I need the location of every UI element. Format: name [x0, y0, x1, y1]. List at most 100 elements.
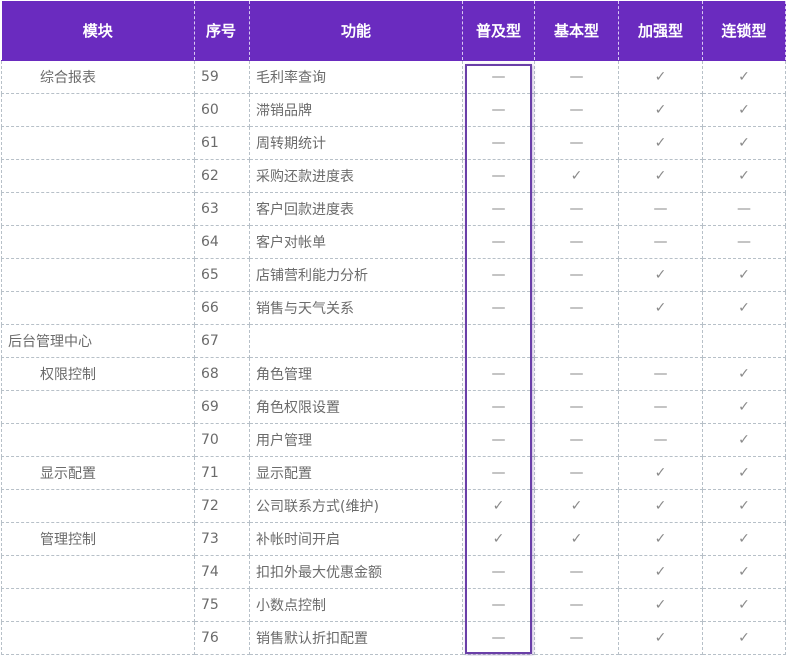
- mark-chain: ✓: [702, 621, 786, 655]
- seq-cell: 74: [194, 555, 250, 589]
- mark-basic: —: [534, 258, 619, 292]
- function-cell: 销售默认折扣配置: [249, 621, 463, 655]
- mark-basic: —: [534, 225, 619, 259]
- mark-popular: ✓: [462, 489, 535, 523]
- module-cell: 综合报表: [1, 60, 195, 94]
- seq-cell: 68: [194, 357, 250, 391]
- seq-cell: 70: [194, 423, 250, 457]
- mark-basic: —: [534, 555, 619, 589]
- mark-popular: —: [462, 357, 535, 391]
- table-row: 75 小数点控制 — — ✓ ✓: [1, 588, 786, 622]
- mark-enhanced: ✓: [618, 159, 703, 193]
- function-cell: 客户对帐单: [249, 225, 463, 259]
- mark-enhanced: ✓: [618, 93, 703, 127]
- mark-popular: —: [462, 192, 535, 226]
- seq-cell: 67: [194, 324, 250, 358]
- mark-chain: ✓: [702, 390, 786, 424]
- mark-popular: —: [462, 126, 535, 160]
- seq-cell: 60: [194, 93, 250, 127]
- table-row: 63 客户回款进度表 — — — —: [1, 192, 786, 226]
- mark-basic: —: [534, 60, 619, 94]
- mark-chain: ✓: [702, 60, 786, 94]
- seq-cell: 61: [194, 126, 250, 160]
- module-cell: [1, 621, 195, 655]
- mark-basic: —: [534, 93, 619, 127]
- mark-popular: —: [462, 291, 535, 325]
- mark-popular: —: [462, 390, 535, 424]
- mark-popular: —: [462, 258, 535, 292]
- module-cell: [1, 489, 195, 523]
- header-row: 模块 序号 功能 普及型 基本型 加强型 连锁型: [1, 1, 786, 61]
- module-cell: 显示配置: [1, 456, 195, 490]
- mark-basic: —: [534, 588, 619, 622]
- mark-enhanced: —: [618, 423, 703, 457]
- mark-popular: —: [462, 93, 535, 127]
- seq-cell: 64: [194, 225, 250, 259]
- seq-cell: 69: [194, 390, 250, 424]
- mark-popular: ✓: [462, 522, 535, 556]
- function-cell: 毛利率查询: [249, 60, 463, 94]
- module-cell: [1, 192, 195, 226]
- header-seq: 序号: [194, 1, 250, 61]
- header-edition-chain: 连锁型: [702, 1, 786, 61]
- mark-basic: [534, 324, 619, 358]
- table-row: 66 销售与天气关系 — — ✓ ✓: [1, 291, 786, 325]
- mark-enhanced: —: [618, 357, 703, 391]
- seq-cell: 73: [194, 522, 250, 556]
- mark-basic: —: [534, 390, 619, 424]
- table-row: 69 角色权限设置 — — — ✓: [1, 390, 786, 424]
- module-cell: [1, 390, 195, 424]
- mark-chain: —: [702, 192, 786, 226]
- table-body: 综合报表 59 毛利率查询 — — ✓ ✓ 60 滞销品牌 — — ✓ ✓ 61 周转期统计 — — ✓ ✓ 62 采购…: [1, 60, 786, 655]
- mark-popular: —: [462, 456, 535, 490]
- mark-enhanced: —: [618, 225, 703, 259]
- module-cell: [1, 588, 195, 622]
- feature-comparison-table: 模块 序号 功能 普及型 基本型 加强型 连锁型 综合报表 59 毛利率查询 — — ✓ ✓…: [1, 1, 786, 655]
- mark-basic: ✓: [534, 489, 619, 523]
- seq-cell: 59: [194, 60, 250, 94]
- mark-enhanced: ✓: [618, 588, 703, 622]
- mark-popular: —: [462, 225, 535, 259]
- table-row: 64 客户对帐单 — — — —: [1, 225, 786, 259]
- mark-chain: ✓: [702, 126, 786, 160]
- seq-cell: 65: [194, 258, 250, 292]
- module-cell: [1, 93, 195, 127]
- mark-enhanced: ✓: [618, 258, 703, 292]
- mark-chain: ✓: [702, 258, 786, 292]
- mark-popular: —: [462, 555, 535, 589]
- function-cell: 扣扣外最大优惠金额: [249, 555, 463, 589]
- table-row: 65 店铺营利能力分析 — — ✓ ✓: [1, 258, 786, 292]
- module-cell: [1, 258, 195, 292]
- mark-popular: —: [462, 60, 535, 94]
- mark-popular: —: [462, 588, 535, 622]
- table-row: 综合报表 59 毛利率查询 — — ✓ ✓: [1, 60, 786, 94]
- table-row: 管理控制 73 补帐时间开启 ✓ ✓ ✓ ✓: [1, 522, 786, 556]
- mark-popular: —: [462, 423, 535, 457]
- table-row: 62 采购还款进度表 — ✓ ✓ ✓: [1, 159, 786, 193]
- mark-basic: —: [534, 291, 619, 325]
- table-row: 74 扣扣外最大优惠金额 — — ✓ ✓: [1, 555, 786, 589]
- function-cell: 显示配置: [249, 456, 463, 490]
- header-edition-basic: 基本型: [534, 1, 619, 61]
- table-row: 76 销售默认折扣配置 — — ✓ ✓: [1, 621, 786, 655]
- header-module: 模块: [1, 1, 195, 61]
- mark-enhanced: —: [618, 390, 703, 424]
- mark-basic: —: [534, 456, 619, 490]
- table-row: 72 公司联系方式(维护) ✓ ✓ ✓ ✓: [1, 489, 786, 523]
- module-cell: 后台管理中心: [1, 324, 195, 358]
- module-cell: [1, 291, 195, 325]
- seq-cell: 66: [194, 291, 250, 325]
- mark-basic: —: [534, 192, 619, 226]
- function-cell: [249, 324, 463, 358]
- table-row: 61 周转期统计 — — ✓ ✓: [1, 126, 786, 160]
- mark-chain: ✓: [702, 555, 786, 589]
- seq-cell: 76: [194, 621, 250, 655]
- seq-cell: 63: [194, 192, 250, 226]
- mark-chain: ✓: [702, 423, 786, 457]
- mark-basic: —: [534, 423, 619, 457]
- mark-enhanced: —: [618, 192, 703, 226]
- mark-chain: ✓: [702, 357, 786, 391]
- mark-chain: ✓: [702, 93, 786, 127]
- mark-enhanced: ✓: [618, 456, 703, 490]
- function-cell: 角色权限设置: [249, 390, 463, 424]
